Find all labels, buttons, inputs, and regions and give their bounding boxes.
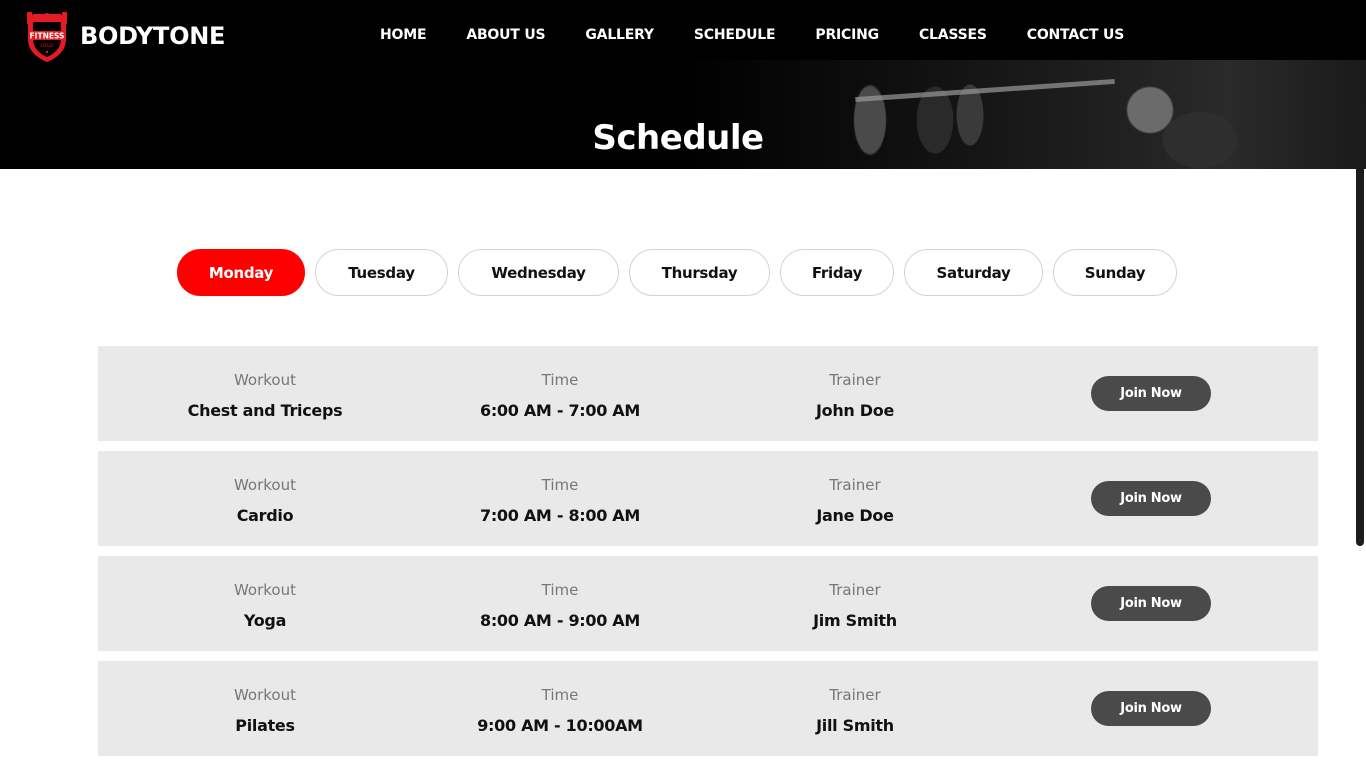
tab-sunday[interactable]: Sunday — [1053, 249, 1177, 296]
time-label: Time — [541, 581, 579, 599]
workout-label: Workout — [233, 581, 296, 599]
time-value: 6:00 AM - 7:00 AM — [479, 401, 641, 420]
time-label: Time — [541, 476, 579, 494]
trainer-label: Trainer — [829, 686, 881, 704]
time-label: Time — [541, 371, 579, 389]
schedule-list: Workout Chest and Triceps Time 6:00 AM -… — [98, 346, 1318, 766]
workout-cell: Workout Yoga — [145, 580, 385, 632]
tab-friday[interactable]: Friday — [780, 249, 894, 296]
trainer-value: Jane Doe — [816, 506, 894, 525]
trainer-cell: Trainer Jane Doe — [735, 475, 975, 527]
time-cell: Time 8:00 AM - 9:00 AM — [440, 580, 680, 632]
nav-home[interactable]: HOME — [380, 25, 427, 45]
workout-label: Workout — [233, 686, 296, 704]
nav-gallery[interactable]: GALLERY — [585, 25, 654, 45]
time-value: 7:00 AM - 8:00 AM — [479, 506, 641, 525]
day-tabs: Monday Tuesday Wednesday Thursday Friday… — [177, 249, 1187, 296]
trainer-cell: Trainer Jim Smith — [735, 580, 975, 632]
join-now-button[interactable]: Join Now — [1091, 691, 1211, 726]
tab-tuesday[interactable]: Tuesday — [315, 249, 448, 296]
fitness-logo-icon: FITNESS LOGO — [27, 12, 67, 62]
tab-thursday[interactable]: Thursday — [629, 249, 770, 296]
workout-value: Cardio — [236, 506, 294, 525]
logo-text: FITNESS — [30, 32, 65, 41]
nav-schedule[interactable]: SCHEDULE — [694, 25, 776, 45]
page-title: Schedule — [592, 118, 764, 158]
nav-about-us[interactable]: ABOUT US — [466, 25, 545, 45]
nav-pricing[interactable]: PRICING — [815, 25, 879, 45]
schedule-row: Workout Yoga Time 8:00 AM - 9:00 AM Trai… — [98, 556, 1318, 651]
time-value: 8:00 AM - 9:00 AM — [479, 611, 641, 630]
workout-value: Pilates — [235, 716, 295, 735]
time-cell: Time 6:00 AM - 7:00 AM — [440, 370, 680, 422]
workout-cell: Workout Chest and Triceps — [145, 370, 385, 422]
brand[interactable]: FITNESS LOGO BODYTONE — [24, 9, 225, 63]
join-now-button[interactable]: Join Now — [1091, 481, 1211, 516]
tab-saturday[interactable]: Saturday — [904, 249, 1043, 296]
logo-subtext: LOGO — [41, 43, 54, 49]
workout-cell: Workout Pilates — [145, 685, 385, 737]
workout-value: Chest and Triceps — [187, 401, 343, 420]
workout-label: Workout — [233, 476, 296, 494]
nav-classes[interactable]: CLASSES — [919, 25, 987, 45]
time-cell: Time 9:00 AM - 10:00AM — [440, 685, 680, 737]
time-value: 9:00 AM - 10:00AM — [477, 716, 643, 735]
brand-name: BODYTONE — [80, 22, 226, 50]
hero-banner: FITNESS LOGO BODYTONE HOME ABOUT US GALL… — [0, 0, 1366, 169]
trainer-value: Jim Smith — [813, 611, 897, 630]
schedule-row: Workout Chest and Triceps Time 6:00 AM -… — [98, 346, 1318, 441]
workout-value: Yoga — [243, 611, 287, 630]
tab-wednesday[interactable]: Wednesday — [458, 249, 619, 296]
join-now-button[interactable]: Join Now — [1091, 376, 1211, 411]
schedule-row: Workout Cardio Time 7:00 AM - 8:00 AM Tr… — [98, 451, 1318, 546]
time-cell: Time 7:00 AM - 8:00 AM — [440, 475, 680, 527]
trainer-value: John Doe — [815, 401, 895, 420]
scrollbar-thumb[interactable] — [1356, 98, 1364, 546]
trainer-cell: Trainer Jill Smith — [735, 685, 975, 737]
page-scrollbar[interactable] — [1354, 0, 1366, 767]
nav-contact-us[interactable]: CONTACT US — [1027, 25, 1125, 45]
schedule-row: Workout Pilates Time 9:00 AM - 10:00AM T… — [98, 661, 1318, 756]
trainer-value: Jill Smith — [816, 716, 894, 735]
workout-label: Workout — [233, 371, 296, 389]
trainer-label: Trainer — [829, 371, 881, 389]
trainer-cell: Trainer John Doe — [735, 370, 975, 422]
trainer-label: Trainer — [829, 476, 881, 494]
tab-monday[interactable]: Monday — [177, 249, 305, 296]
join-now-button[interactable]: Join Now — [1091, 586, 1211, 621]
main-nav: HOME ABOUT US GALLERY SCHEDULE PRICING C… — [380, 25, 1164, 45]
time-label: Time — [541, 686, 579, 704]
workout-cell: Workout Cardio — [145, 475, 385, 527]
trainer-label: Trainer — [829, 581, 881, 599]
